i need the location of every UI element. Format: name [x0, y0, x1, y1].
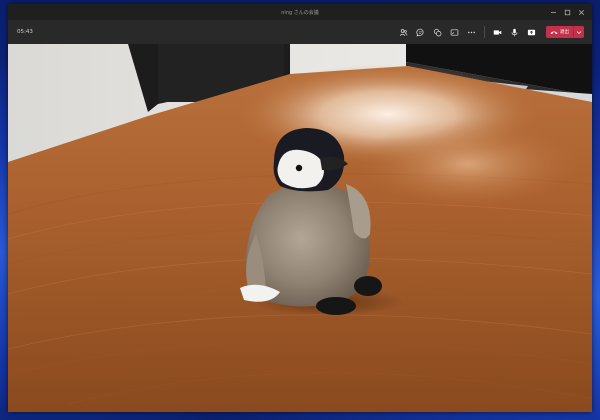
reactions-button[interactable] — [429, 23, 446, 41]
close-icon — [578, 9, 584, 15]
minimize-button[interactable] — [546, 4, 560, 20]
video-feed — [8, 44, 592, 412]
window-controls — [546, 4, 588, 20]
share-button[interactable] — [523, 23, 540, 41]
meeting-toolbar: 05:43 退出 — [8, 20, 592, 44]
hang-up-icon — [550, 30, 558, 34]
minimize-icon — [550, 11, 556, 13]
more-button[interactable] — [463, 23, 480, 41]
camera-button[interactable] — [489, 23, 506, 41]
mic-button[interactable] — [506, 23, 523, 41]
rooms-button[interactable] — [446, 23, 463, 41]
meeting-window: ning さんの会議 05:43 退出 — [8, 4, 592, 412]
maximize-icon — [564, 9, 570, 15]
reactions-icon — [433, 28, 442, 36]
title-bar: ning さんの会議 — [8, 4, 592, 20]
leave-dropdown[interactable] — [574, 26, 584, 38]
leave-main[interactable]: 退出 — [546, 26, 573, 38]
camera-icon — [493, 29, 502, 35]
mic-icon — [511, 28, 518, 36]
people-button[interactable] — [395, 23, 412, 41]
leave-button[interactable]: 退出 — [546, 26, 584, 38]
share-icon — [527, 29, 536, 35]
close-button[interactable] — [574, 4, 588, 20]
people-icon — [399, 28, 408, 36]
meeting-timer: 05:43 — [17, 29, 33, 35]
toolbar-divider — [484, 26, 485, 38]
video-frame — [8, 44, 592, 412]
rooms-icon — [450, 28, 459, 36]
window-title: ning さんの会議 — [281, 9, 319, 16]
meeting-controls: 退出 — [395, 20, 584, 44]
more-icon — [468, 31, 475, 33]
leave-label: 退出 — [560, 30, 569, 35]
chat-button[interactable] — [412, 23, 429, 41]
maximize-button[interactable] — [560, 4, 574, 20]
chat-icon — [416, 28, 424, 37]
chevron-down-icon — [576, 30, 582, 34]
